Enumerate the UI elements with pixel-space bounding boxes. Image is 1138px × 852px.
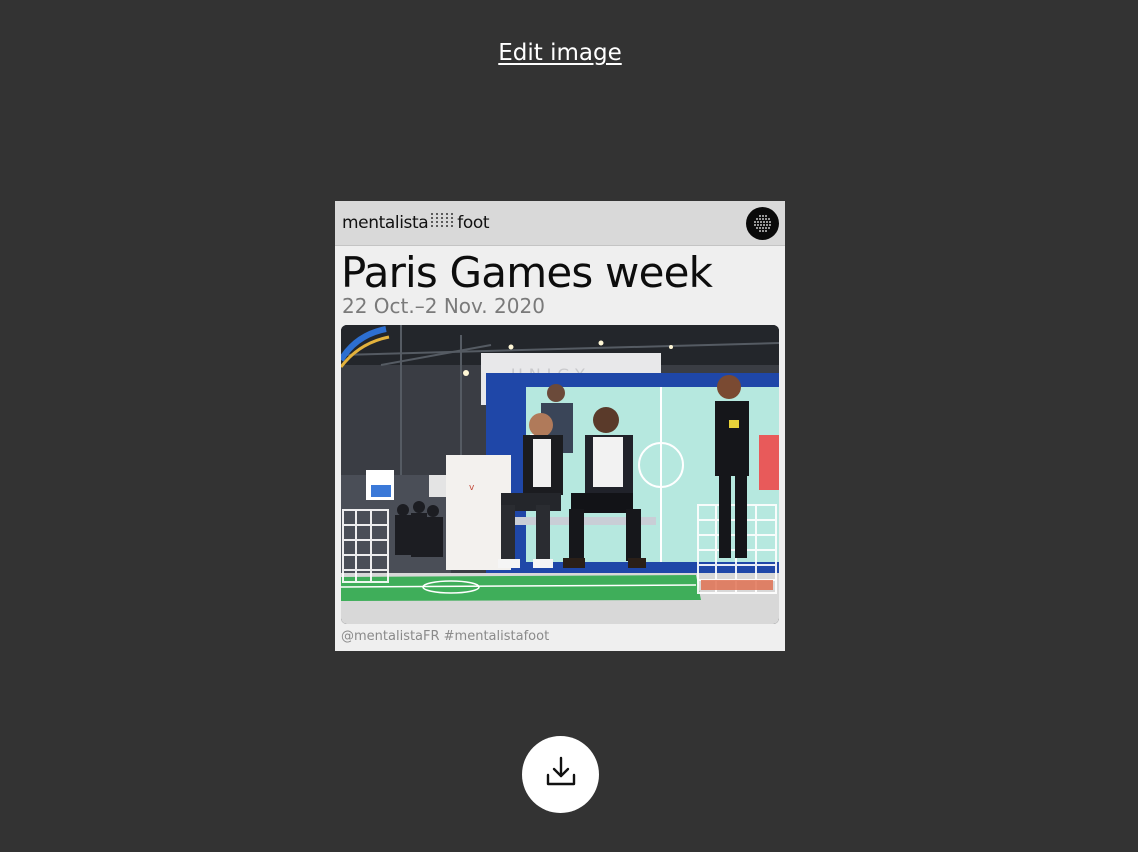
- event-photo-illustration: UNIGY v: [341, 325, 779, 624]
- event-dates: 22 Oct.–2 Nov. 2020: [342, 294, 545, 318]
- brand-logo: mentalista foot: [342, 211, 490, 234]
- brand-dots-icon: [430, 211, 456, 234]
- dot-grid-logo-icon: [746, 207, 779, 240]
- event-title: Paris Games week: [341, 248, 713, 297]
- brand-name-right: foot: [457, 212, 490, 233]
- card-header: mentalista foot: [335, 201, 785, 246]
- share-card: mentalista foot Paris Games week 22 Oct.…: [335, 201, 785, 651]
- brand-name-left: mentalista: [342, 212, 429, 233]
- edit-image-link[interactable]: Edit image: [0, 40, 1120, 66]
- download-icon: [543, 754, 579, 795]
- card-footer-hashtags: @mentalistaFR #mentalistafoot: [341, 629, 550, 644]
- svg-text:v: v: [469, 483, 475, 493]
- download-button[interactable]: [522, 736, 599, 813]
- event-photo: UNIGY v: [341, 325, 779, 624]
